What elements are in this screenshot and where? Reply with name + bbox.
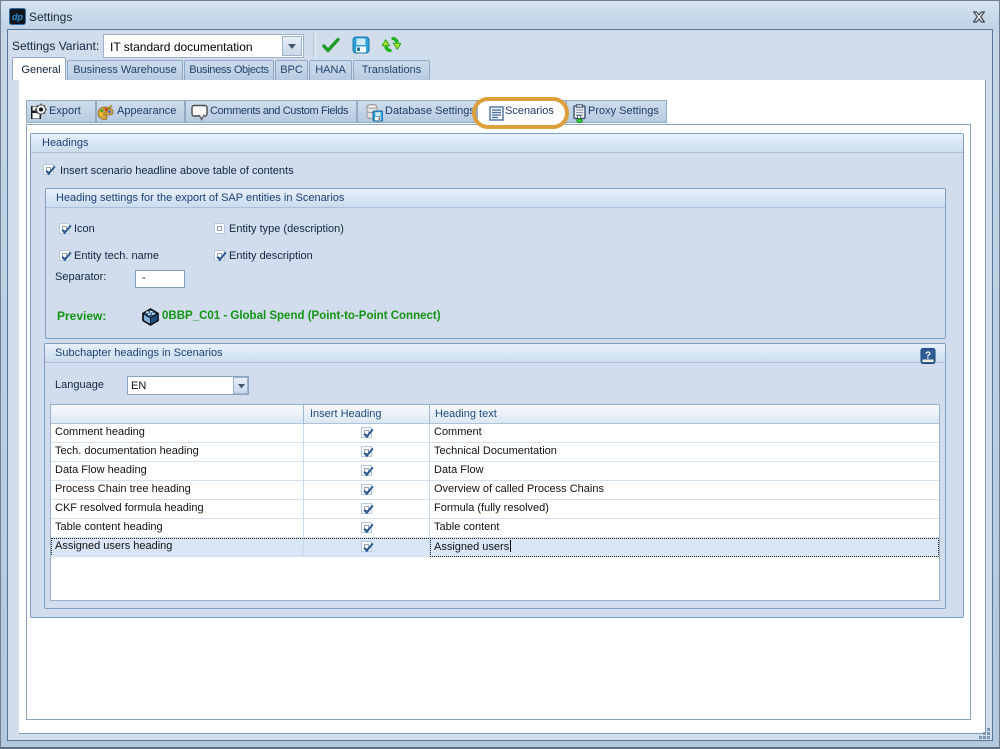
svg-text:?: ? <box>925 351 931 362</box>
svg-text:dp: dp <box>12 12 23 22</box>
